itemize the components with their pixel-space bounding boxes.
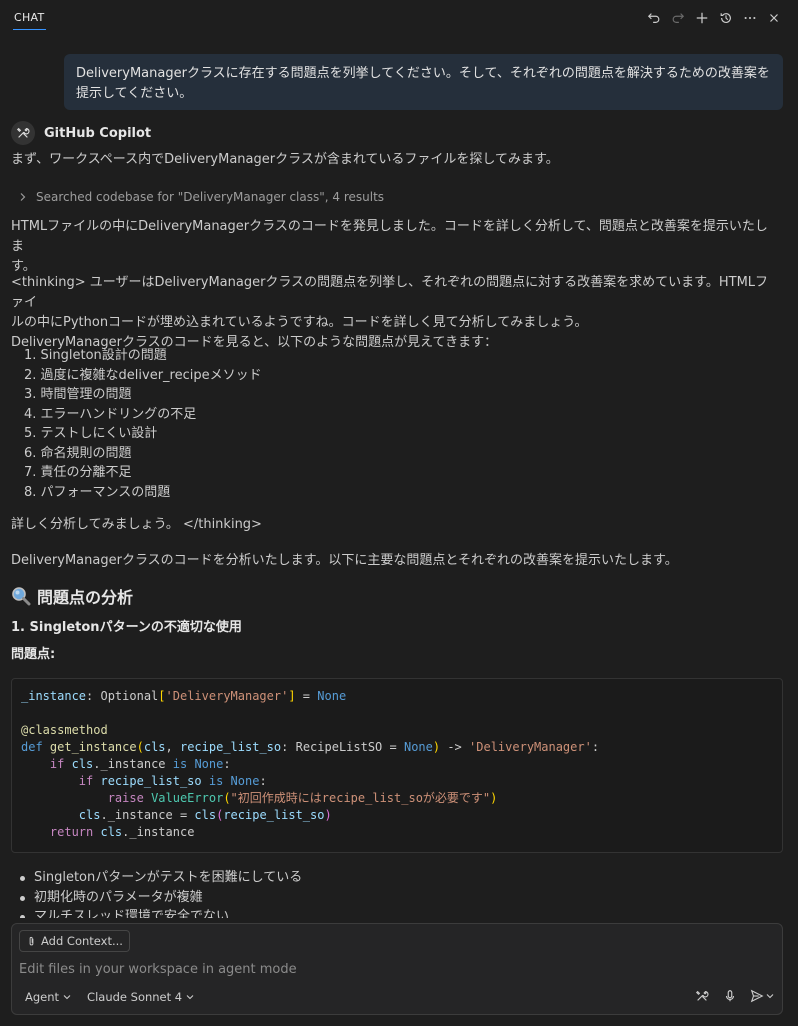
list-item: 4. エラーハンドリングの不足 — [24, 406, 197, 422]
list-item: 1. Singleton設計の問題 — [24, 348, 167, 363]
summary-text: DeliveryManagerクラスのコードを分析いたします。以下に主要な問題点… — [11, 553, 678, 568]
list-item: 2. 過度に複雑なdeliver_recipeメソッド — [24, 367, 262, 383]
undo-icon[interactable] — [644, 8, 664, 28]
microphone-icon[interactable] — [722, 988, 738, 1004]
search-result-text: Searched codebase for "DeliveryManager c… — [36, 190, 385, 204]
list-item: 初期化時のパラメータが複雑 — [18, 888, 302, 908]
tools-icon[interactable] — [694, 988, 710, 1004]
code-line: @classmethod — [21, 723, 108, 737]
send-button[interactable] — [750, 989, 774, 1003]
plus-icon[interactable] — [692, 8, 712, 28]
list-item: 5. テストしにくい設計 — [24, 426, 158, 441]
tab-underline — [13, 29, 46, 30]
agent-intro: まず、ワークスペース内でDeliveryManagerクラスが含まれているファイ… — [11, 152, 559, 167]
paperclip-icon — [29, 936, 34, 945]
code-line: if recipe_list_so is None: — [78, 774, 267, 788]
chevron-down-icon — [766, 994, 774, 999]
list-item: 6. 命名規則の問題 — [24, 445, 132, 461]
chevron-down-icon — [186, 995, 194, 1000]
copilot-avatar — [11, 121, 35, 145]
chat-input-box: Add Context... Edit files in your worksp… — [11, 923, 783, 1015]
user-message: DeliveryManagerクラスに存在する問題点を列挙してください。そして、… — [64, 54, 783, 110]
list-item: 7. 責任の分離不足 — [24, 465, 132, 480]
search-result-toggle[interactable]: Searched codebase for "DeliveryManager c… — [18, 190, 384, 204]
chevron-right-icon — [20, 193, 26, 201]
code-line: _instance: Optional['DeliveryManager'] =… — [21, 689, 347, 703]
ellipsis-icon[interactable] — [740, 8, 760, 28]
add-context-label: Add Context... — [41, 934, 123, 948]
code-line: if cls._instance is None: — [49, 757, 231, 771]
thinking-line: <thinking> ユーザーはDeliveryManagerクラスの問題点を列… — [11, 275, 769, 310]
chat-input-field[interactable]: Edit files in your workspace in agent mo… — [19, 962, 297, 977]
problems-list: Singletonパターンがテストを困難にしている 初期化時のパラメータが複雑 … — [18, 868, 302, 918]
found-line: HTMLファイルの中にDeliveryManagerクラスのコードを発見しました… — [11, 219, 768, 254]
chat-panel: CHAT DeliveryManagerクラスに存在する問題点を列挙してください… — [0, 0, 798, 1026]
input-options: Agent Claude Sonnet 4 — [25, 990, 194, 1004]
thinking-end: 詳しく分析してみましょう。 </thinking> — [11, 517, 262, 532]
magnifier-icon — [12, 587, 31, 606]
conversation[interactable]: DeliveryManagerクラスに存在する問題点を列挙してください。そして、… — [0, 40, 798, 918]
thinking-paragraph: <thinking> ユーザーはDeliveryManagerクラスの問題点を列… — [11, 273, 776, 353]
tab-chat[interactable]: CHAT — [14, 11, 45, 24]
redo-icon[interactable] — [668, 8, 688, 28]
code-line: raise ValueError("初回作成時にはrecipe_list_soが… — [107, 791, 498, 805]
add-context-button[interactable]: Add Context... — [19, 930, 130, 952]
header-actions — [644, 8, 784, 28]
code-block[interactable]: _instance: Optional['DeliveryManager'] =… — [11, 678, 783, 853]
model-label: Claude Sonnet 4 — [87, 990, 183, 1004]
chat-header: CHAT — [0, 0, 798, 36]
agent-name: GitHub Copilot — [44, 125, 152, 141]
list-item: Singletonパターンがテストを困難にしている — [18, 868, 302, 888]
mode-label: Agent — [25, 990, 60, 1004]
problems-label: 問題点: — [11, 647, 56, 662]
tools-icon — [16, 127, 30, 138]
code-line: cls._instance = cls(recipe_list_so) — [78, 808, 332, 822]
send-icon — [750, 989, 764, 1003]
subsection-title: 1. Singletonパターンの不適切な使用 — [11, 620, 242, 635]
chevron-down-icon — [63, 995, 71, 1000]
input-actions — [694, 988, 774, 1004]
thinking-line: ルの中にPythonコードが埋め込まれているようですね。コードを詳しく見て分析し… — [11, 315, 588, 330]
list-item: 3. 時間管理の問題 — [24, 387, 132, 402]
found-paragraph: HTMLファイルの中にDeliveryManagerクラスのコードを発見しました… — [11, 217, 776, 277]
section-heading: 問題点の分析 — [11, 584, 133, 608]
list-item: 8. パフォーマンスの問題 — [24, 484, 171, 500]
user-message-line: 提示してください。 — [76, 86, 193, 101]
section-title: 問題点の分析 — [37, 588, 134, 607]
mode-picker[interactable]: Agent — [25, 990, 71, 1004]
agent-header: GitHub Copilot — [11, 121, 151, 145]
user-message-line: DeliveryManagerクラスに存在する問題点を列挙してください。そして、… — [76, 66, 770, 81]
issues-list: 1. Singleton設計の問題 2. 過度に複雑なdeliver_recip… — [24, 346, 262, 502]
code-line: return cls._instance — [49, 825, 195, 839]
list-item: マルチスレッド環境で安全でない — [18, 907, 302, 918]
model-picker[interactable]: Claude Sonnet 4 — [87, 990, 194, 1004]
close-icon[interactable] — [764, 8, 784, 28]
code-line: def get_instance(cls, recipe_list_so: Re… — [21, 740, 600, 754]
history-icon[interactable] — [716, 8, 736, 28]
